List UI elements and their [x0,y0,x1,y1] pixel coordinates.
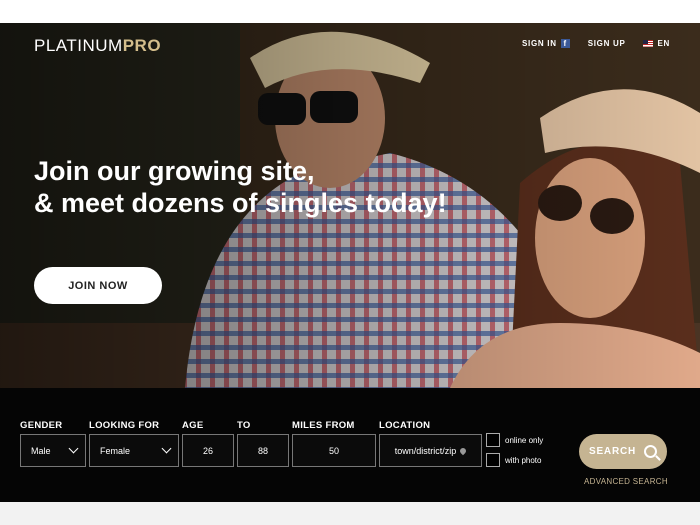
gender-select[interactable]: Male [20,434,86,467]
us-flag-icon [643,40,654,47]
sign-in-link[interactable]: SIGN IN f [522,39,570,48]
location-label: LOCATION [379,420,431,431]
to-label: TO [237,420,251,431]
miles-from-label: MILES FROM [292,420,355,431]
headline-line-1: Join our growing site, [34,156,315,186]
miles-input[interactable]: 50 [292,434,376,467]
location-pin-icon [459,446,468,455]
hero-banner: PLATINUMPRO SIGN IN f SIGN UP EN Join ou… [0,23,700,388]
gender-value: Male [31,445,51,456]
miles-value: 50 [328,445,339,456]
gender-label: GENDER [20,420,63,431]
age-max-input[interactable]: 88 [237,434,289,467]
with-photo-checkbox[interactable] [486,453,500,467]
age-label: AGE [182,420,204,431]
looking-for-value: Female [100,445,131,456]
with-photo-label: with photo [505,456,542,465]
location-placeholder: town/district/zip [394,445,457,456]
sign-up-label: SIGN UP [587,39,626,48]
facebook-icon: f [560,39,570,48]
age-max-value: 88 [257,445,268,456]
sign-up-link[interactable]: SIGN UP [588,39,626,48]
chevron-down-icon [68,443,79,454]
looking-for-label: LOOKING FOR [89,420,160,431]
location-input[interactable]: town/district/zip [379,434,482,467]
language-selector[interactable]: EN [643,39,670,48]
page-bottom-strip [0,502,700,525]
join-now-button[interactable]: JOIN NOW [34,267,162,304]
search-icon [644,445,658,458]
age-min-value: 26 [202,445,213,456]
advanced-search-link[interactable]: ADVANCED SEARCH [584,477,668,486]
search-button[interactable]: SEARCH [579,434,667,469]
online-only-checkbox[interactable] [486,433,500,447]
brand-logo[interactable]: PLATINUMPRO [34,36,161,56]
brand-name-part1: PLATINUM [34,36,123,55]
age-min-input[interactable]: 26 [182,434,234,467]
looking-for-select[interactable]: Female [89,434,179,467]
headline-line-2: & meet dozens of singles today! [34,188,447,218]
sign-in-label: SIGN IN [522,39,557,48]
online-only-label: online only [505,436,544,445]
brand-name-part2: PRO [122,36,162,55]
language-label: EN [657,39,670,48]
top-nav: SIGN IN f SIGN UP EN [522,39,670,48]
chevron-down-icon [161,443,172,454]
search-bar: GENDER Male LOOKING FOR Female AGE 26 TO… [0,388,700,502]
search-button-label: SEARCH [588,446,637,457]
hero-headline: Join our growing site, & meet dozens of … [34,155,447,219]
